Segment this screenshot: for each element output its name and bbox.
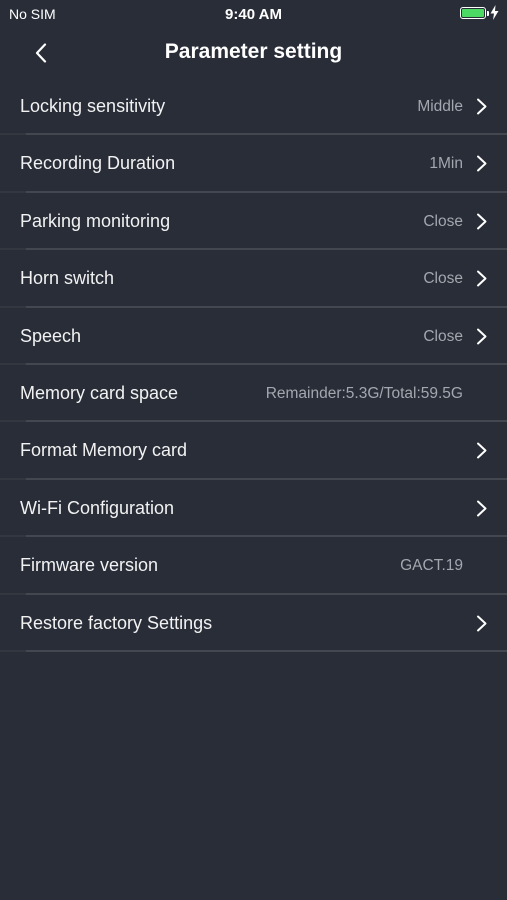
setting-label: Speech: [20, 325, 82, 346]
status-time: 9:40 AM: [225, 6, 282, 23]
setting-format-memory-card[interactable]: Format Memory card: [0, 422, 507, 480]
setting-memory-card-space: Memory card space Remainder:5.3G/Total:5…: [0, 365, 507, 423]
nav-bar: Parameter setting: [0, 28, 507, 78]
chevron-right-icon: [477, 155, 487, 172]
page-title: Parameter setting: [164, 40, 343, 63]
battery-cap: [487, 11, 489, 16]
setting-label: Format Memory card: [20, 440, 188, 461]
setting-label: Horn switch: [20, 268, 115, 289]
setting-label: Memory card space: [20, 382, 179, 403]
setting-label: Wi-Fi Configuration: [20, 497, 175, 518]
status-bar: No SIM 9:40 AM: [0, 0, 507, 28]
chevron-right-icon: [477, 615, 487, 632]
setting-value: Middle: [417, 98, 463, 115]
battery-fill: [462, 9, 484, 17]
setting-value: 1Min: [429, 155, 463, 173]
setting-value: Close: [423, 327, 463, 345]
setting-label: Restore factory Settings: [20, 612, 213, 633]
setting-horn-switch[interactable]: Horn switch Close: [0, 250, 507, 308]
setting-parking-monitoring[interactable]: Parking monitoring Close: [0, 193, 507, 251]
setting-recording-duration[interactable]: Recording Duration 1Min: [0, 135, 507, 193]
chevron-right-icon: [477, 270, 487, 287]
setting-value: GACT.19: [400, 557, 463, 575]
setting-firmware-version: Firmware version GACT.19: [0, 537, 507, 595]
setting-label: Firmware version: [20, 555, 159, 576]
chevron-right-icon: [477, 442, 487, 459]
setting-value: Remainder:5.3G/Total:59.5G: [265, 384, 463, 402]
setting-value: Close: [423, 212, 463, 230]
chevron-right-icon: [477, 213, 487, 230]
charging-bolt-icon: [490, 5, 499, 20]
row-divider: [0, 649, 507, 652]
setting-value: Close: [423, 270, 463, 288]
setting-label: Parking monitoring: [20, 210, 171, 231]
chevron-right-icon: [477, 98, 487, 115]
setting-label: Recording Duration: [20, 153, 176, 174]
setting-label: Locking sensitivity: [20, 96, 166, 116]
setting-speech[interactable]: Speech Close: [0, 308, 507, 365]
settings-list: Locking sensitivity Middle Recording Dur…: [0, 78, 507, 652]
setting-restore-factory-settings[interactable]: Restore factory Settings: [0, 595, 507, 652]
chevron-right-icon: [477, 328, 487, 345]
battery-icon: [460, 7, 489, 19]
chevron-right-icon: [477, 500, 487, 517]
setting-wifi-configuration[interactable]: Wi-Fi Configuration: [0, 480, 507, 538]
setting-locking-sensitivity[interactable]: Locking sensitivity Middle: [0, 78, 507, 136]
